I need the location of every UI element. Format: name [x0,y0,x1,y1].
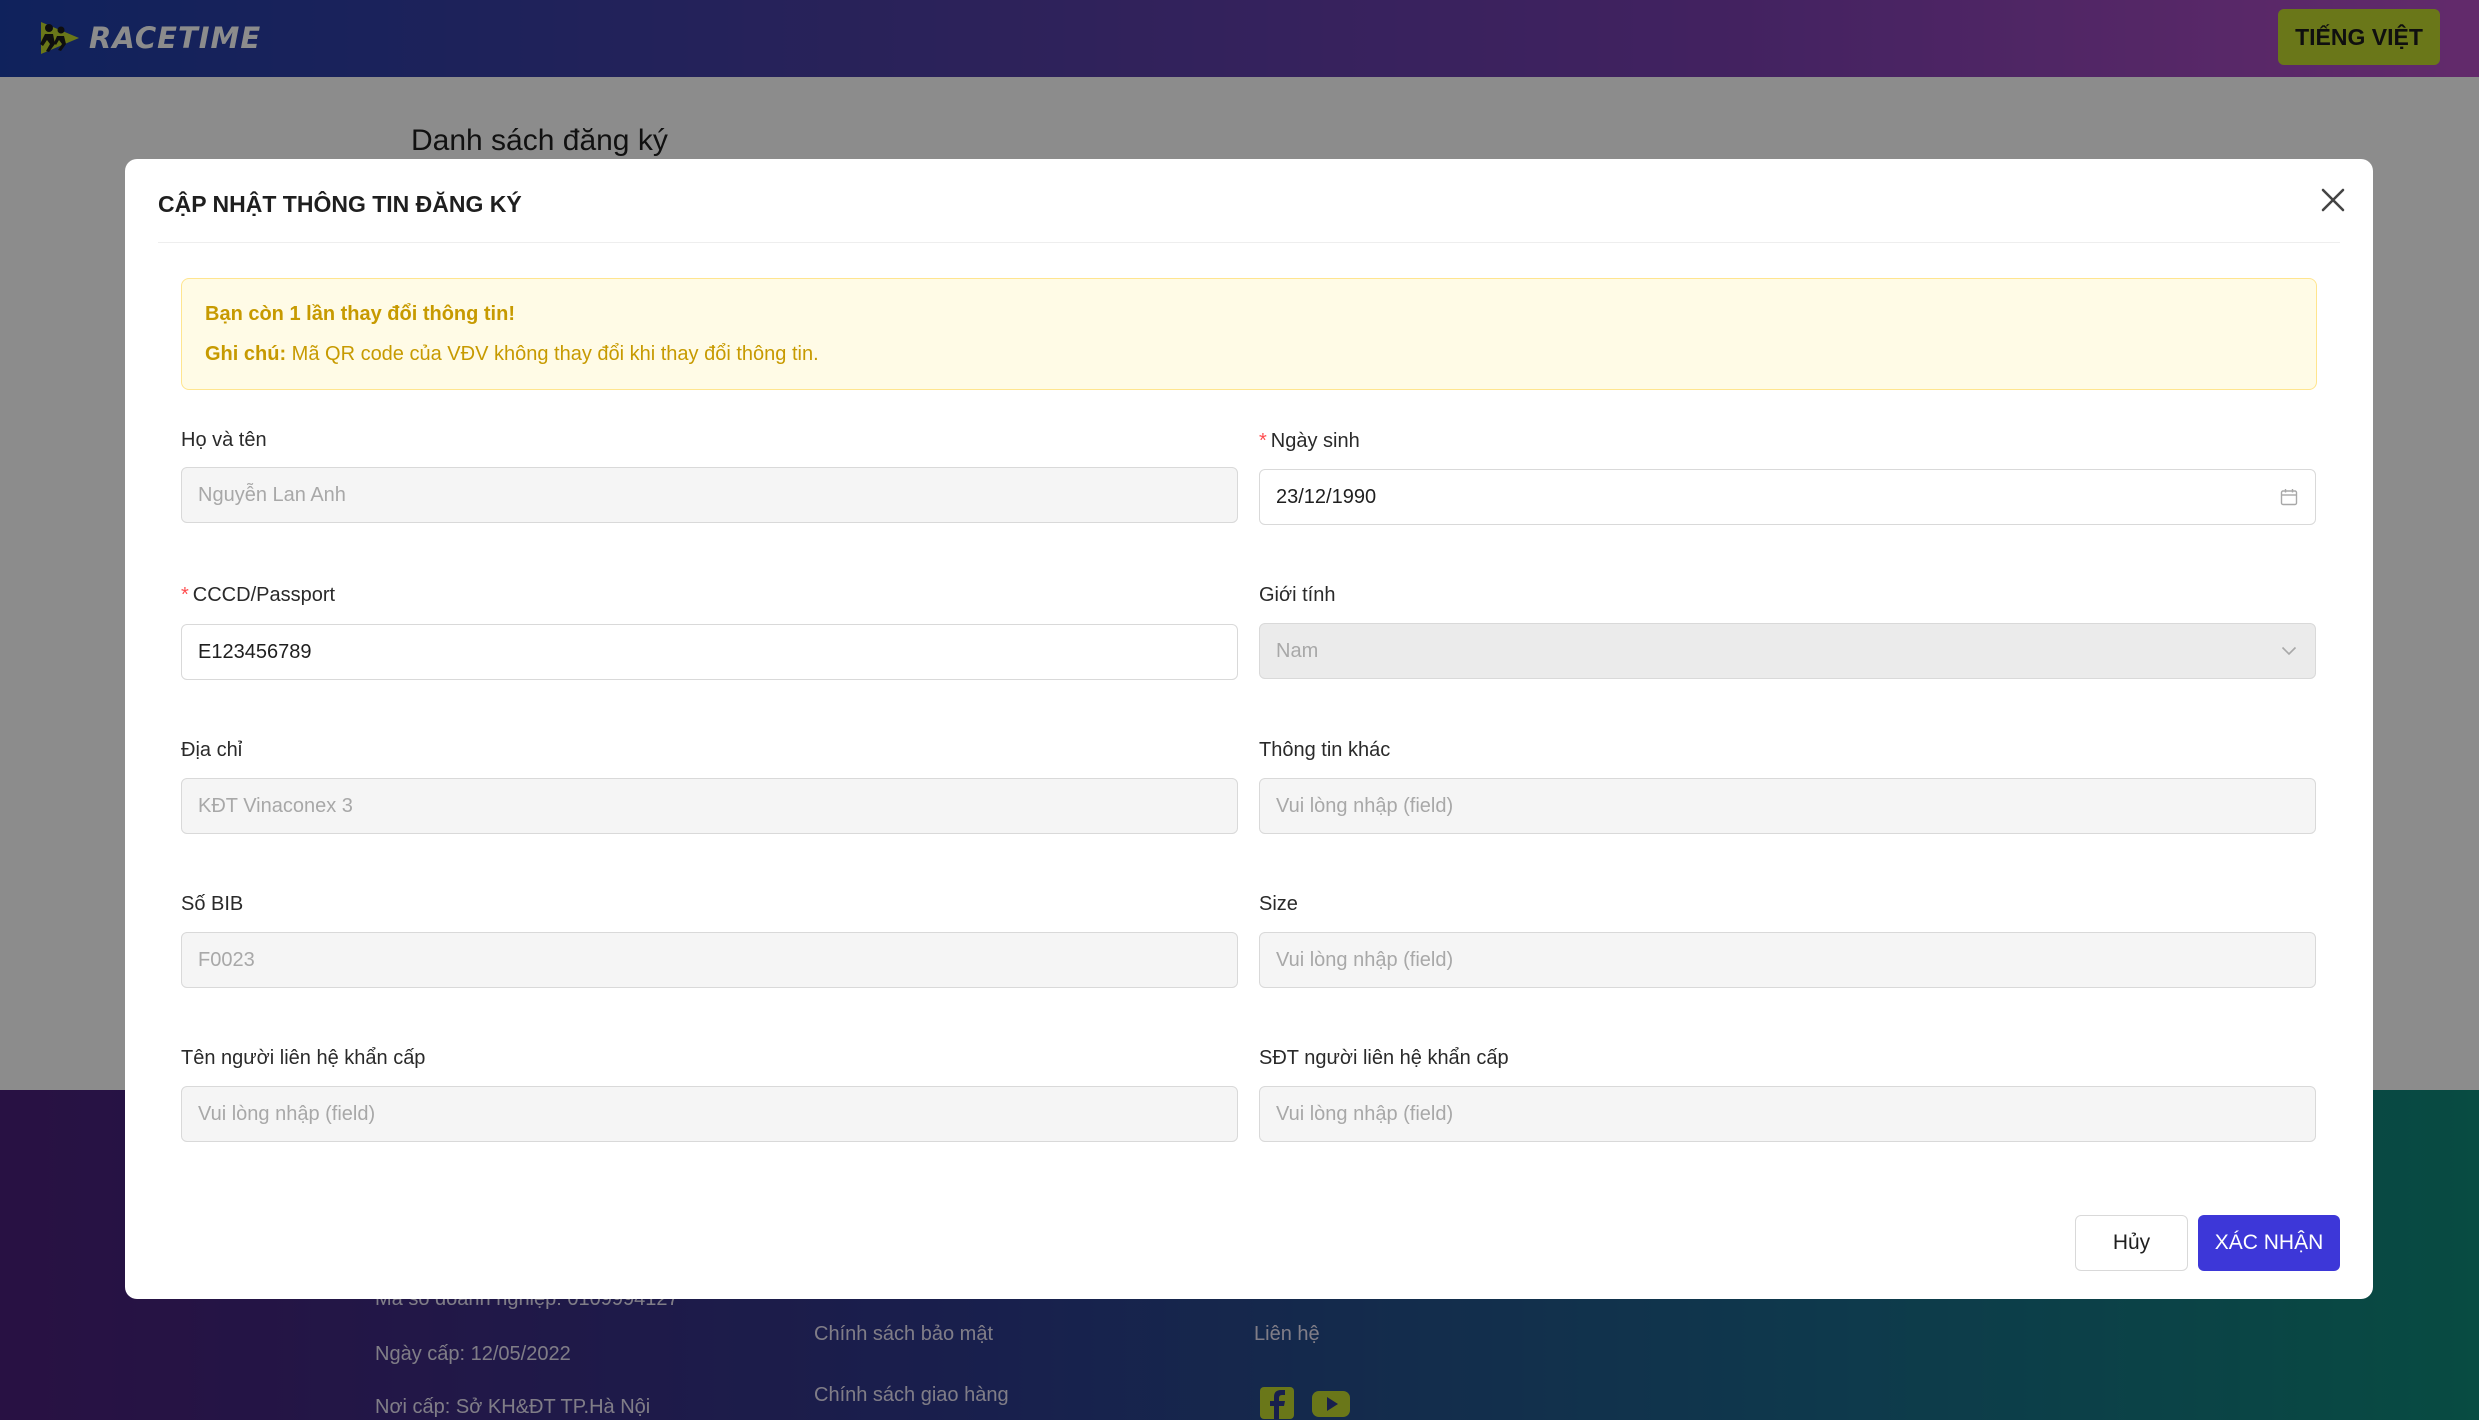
size-placeholder: Vui lòng nhập (field) [1276,948,1454,971]
close-icon [2321,188,2345,211]
address-label: Địa chỉ [181,739,243,761]
close-button[interactable] [2315,183,2351,219]
birth-date-picker[interactable]: 23/12/1990 [1259,469,2316,525]
gender-select[interactable]: Nam [1259,623,2316,679]
full-name-value: Nguyễn Lan Anh [198,483,346,506]
full-name-label: Họ và tên [181,429,267,451]
cancel-button[interactable]: Hủy [2075,1215,2188,1271]
update-registration-modal: CẬP NHẬT THÔNG TIN ĐĂNG KÝ Bạn còn 1 lần… [125,159,2373,1299]
emergency-name-input[interactable]: Vui lòng nhập (field) [181,1086,1238,1142]
other-info-placeholder: Vui lòng nhập (field) [1276,794,1454,817]
other-info-input[interactable]: Vui lòng nhập (field) [1259,778,2316,834]
birth-date-label: * Ngày sinh [1259,430,1360,452]
gender-value: Nam [1276,639,1319,662]
required-mark: * [181,584,189,606]
calendar-icon[interactable] [2279,487,2299,507]
birth-date-value: 23/12/1990 [1276,485,1377,508]
alert-note-label: Ghi chú: [205,343,287,365]
bib-value: F0023 [198,948,255,971]
size-input[interactable]: Vui lòng nhập (field) [1259,932,2316,988]
id-number-value: E123456789 [198,640,312,663]
id-number-input[interactable]: E123456789 [181,624,1238,680]
emergency-name-label: Tên người liên hệ khẩn cấp [181,1047,426,1069]
other-info-label: Thông tin khác [1259,739,1391,761]
gender-label: Giới tính [1259,584,1336,606]
confirm-button[interactable]: XÁC NHẬN [2198,1215,2340,1271]
id-number-label: * CCCD/Passport [181,584,336,606]
chevron-down-icon [2279,641,2299,661]
size-label: Size [1259,893,1298,915]
required-mark: * [1259,430,1267,452]
modal-divider [158,242,2340,243]
bib-label: Số BIB [181,893,244,915]
emergency-phone-label: SĐT người liên hệ khẩn cấp [1259,1047,1509,1069]
full-name-input[interactable]: Nguyễn Lan Anh [181,467,1238,523]
modal-title: CẬP NHẬT THÔNG TIN ĐĂNG KÝ [158,191,522,217]
emergency-phone-input[interactable]: Vui lòng nhập (field) [1259,1086,2316,1142]
emergency-name-placeholder: Vui lòng nhập (field) [198,1102,376,1125]
alert-note: Ghi chú: Mã QR code của VĐV không thay đ… [205,343,819,366]
address-value: KĐT Vinaconex 3 [198,794,353,817]
emergency-phone-placeholder: Vui lòng nhập (field) [1276,1102,1454,1125]
bib-input[interactable]: F0023 [181,932,1238,988]
change-limit-alert: Bạn còn 1 lần thay đổi thông tin! Ghi ch… [181,278,2317,390]
address-input[interactable]: KĐT Vinaconex 3 [181,778,1238,834]
alert-remaining-changes: Bạn còn 1 lần thay đổi thông tin! [205,303,515,325]
alert-note-text: Mã QR code của VĐV không thay đổi khi th… [286,343,819,365]
